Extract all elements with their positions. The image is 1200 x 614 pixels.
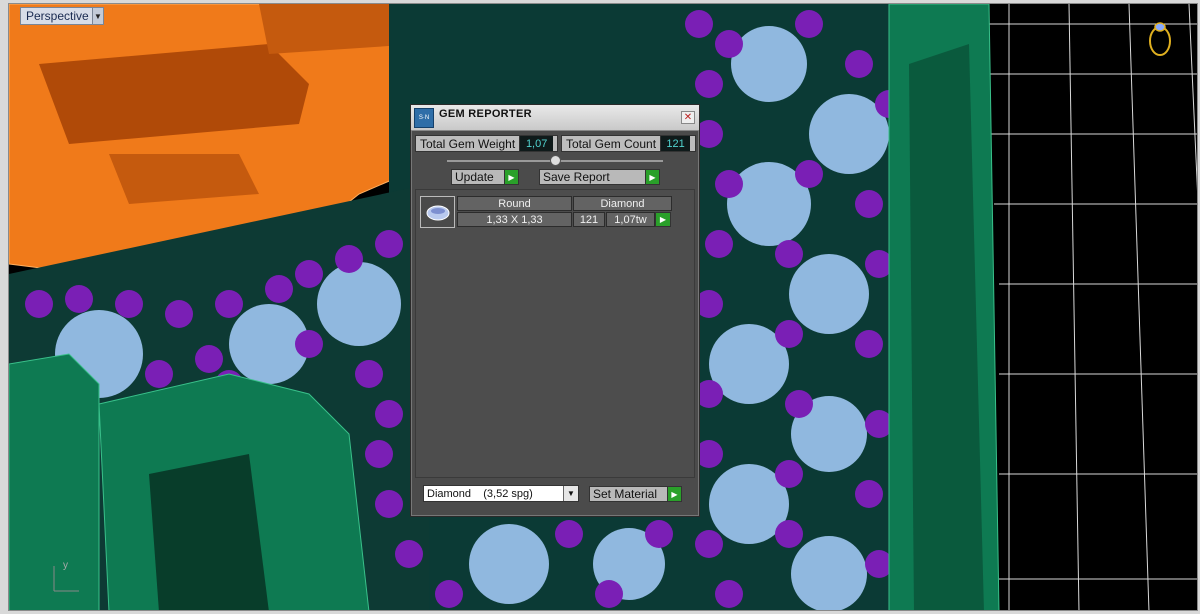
- select-gem-icon[interactable]: ▶: [655, 212, 671, 227]
- total-count-box: Total Gem Count 121: [561, 135, 696, 152]
- gem-count-cell: 121: [573, 212, 605, 227]
- set-material-label: Set Material: [593, 487, 658, 501]
- chevron-down-icon[interactable]: ▼: [92, 8, 103, 24]
- gem-reporter-logo-icon: S·N: [414, 108, 434, 128]
- axis-icon: y: [53, 560, 79, 592]
- play-icon: ▶: [667, 487, 681, 501]
- gem-reporter-titlebar[interactable]: S·N GEM REPORTER ✕: [411, 105, 699, 131]
- material-select[interactable]: Diamond (3,52 spg) ▼: [423, 485, 579, 502]
- play-icon: ▶: [645, 170, 659, 184]
- gem-reporter-panel: S·N GEM REPORTER ✕ Total Gem Weight 1,07…: [410, 104, 700, 517]
- gem-shape-cell: Round: [457, 196, 572, 211]
- save-report-label: Save Report: [543, 170, 610, 184]
- total-weight-label: Total Gem Weight: [420, 136, 516, 151]
- total-weight-box: Total Gem Weight 1,07: [415, 135, 558, 152]
- ground-grid: [969, 4, 1197, 610]
- save-report-button[interactable]: Save Report ▶: [539, 169, 660, 185]
- material-select-value: Diamond (3,52 spg): [427, 487, 533, 500]
- gem-material-cell: Diamond: [573, 196, 672, 211]
- round-gem-icon: [420, 196, 455, 228]
- update-label: Update: [455, 170, 494, 184]
- gem-size-cell: 1,33 X 1,33: [457, 212, 572, 227]
- logo-text: S·N: [418, 114, 430, 121]
- total-count-label: Total Gem Count: [566, 136, 657, 151]
- chevron-down-icon[interactable]: ▼: [563, 486, 578, 501]
- set-material-button[interactable]: Set Material ▶: [589, 486, 682, 502]
- close-icon[interactable]: ✕: [681, 111, 695, 124]
- gem-report-list: Round Diamond 1,33 X 1,33 121 1,07tw ▶: [415, 189, 695, 478]
- gem-row[interactable]: Round Diamond 1,33 X 1,33 121 1,07tw ▶: [420, 196, 672, 229]
- view-name-label: Perspective: [26, 9, 89, 23]
- gem-reporter-title: GEM REPORTER: [439, 108, 532, 120]
- view-name-tab[interactable]: Perspective ▼: [20, 7, 104, 25]
- gem-weight-cell: 1,07tw: [606, 212, 655, 227]
- svg-text:y: y: [63, 560, 68, 571]
- update-button[interactable]: Update ▶: [451, 169, 519, 185]
- ring-icon[interactable]: [1145, 19, 1175, 59]
- total-weight-value: 1,07: [519, 136, 554, 151]
- total-count-value: 121: [660, 136, 691, 151]
- panel-slider-thumb[interactable]: [550, 155, 561, 166]
- play-icon: ▶: [504, 170, 518, 184]
- green-shank-right: [888, 4, 1000, 610]
